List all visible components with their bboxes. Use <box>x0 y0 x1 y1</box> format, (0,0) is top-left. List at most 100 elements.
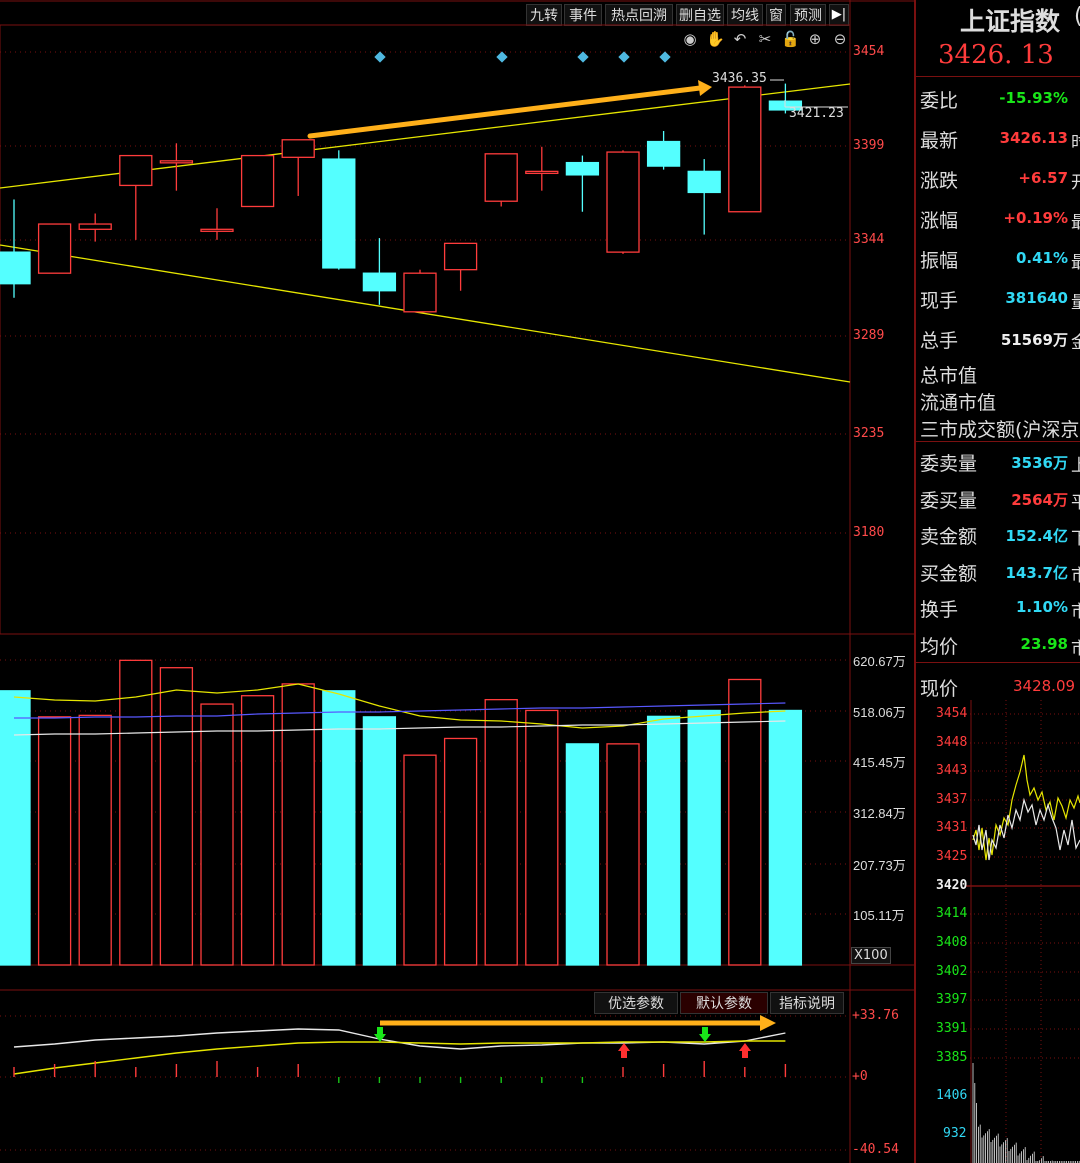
quote-row-value: 2564万 <box>1011 490 1068 509</box>
volume-bar <box>200 703 234 966</box>
float-cap-label: 流通市值 <box>920 392 997 414</box>
intraday-price-label: 3443 <box>936 763 968 778</box>
quote-row-value: 23.98 <box>1020 635 1068 653</box>
quote-row-cut-label: 金 <box>1071 333 1080 353</box>
volume-bar <box>281 683 315 966</box>
trend-arrowhead <box>698 80 712 96</box>
intraday-price-label: 3397 <box>936 992 968 1007</box>
buy-signal-icon <box>739 1043 751 1058</box>
candle-body <box>687 170 721 194</box>
volume-bar <box>525 709 559 966</box>
quote-row-value: 152.4亿 <box>1005 527 1068 546</box>
indicator-tick-label: +0 <box>852 1069 868 1084</box>
quote-row-cut-label: 开 <box>1071 173 1080 193</box>
intraday-price-label: 3408 <box>936 935 968 950</box>
candle-body <box>728 86 762 213</box>
quote-row-label: 均价 <box>920 636 959 658</box>
candle-body <box>200 228 234 232</box>
kline-chart[interactable] <box>0 0 916 1163</box>
quote-row-value: +6.57 <box>1018 169 1068 187</box>
volume-bar <box>484 698 518 966</box>
volume-bar <box>119 659 153 966</box>
volume-bar <box>240 695 275 966</box>
volume-tick-label: 207.73万 <box>853 858 906 873</box>
price-tick-label: 3289 <box>853 328 885 343</box>
quote-row-cut-label: 下 <box>1071 529 1080 550</box>
quote-row-value: +0.19% <box>1003 209 1068 227</box>
volume-bar <box>565 743 600 966</box>
quote-row-label: 涨幅 <box>920 210 959 232</box>
quote-row-cut-label: 平 <box>1071 492 1080 513</box>
intraday-price-label: 3420 <box>936 878 968 893</box>
candle-body <box>646 140 681 167</box>
intraday-price-label: 3431 <box>936 820 968 835</box>
current-price-label: 现价 <box>920 678 959 700</box>
candle-body <box>0 251 31 285</box>
indicator-btn-1[interactable]: 默认参数 <box>680 992 768 1014</box>
candle-body <box>403 272 437 313</box>
event-marker <box>496 51 508 63</box>
quote-row-value: 381640 <box>1005 289 1068 307</box>
quote-row-value: 143.7亿 <box>1005 563 1068 582</box>
event-marker <box>659 51 671 63</box>
current-price-value: 3428.09 <box>1013 677 1076 695</box>
volume-bar <box>768 709 803 966</box>
quote-row: 涨跌 +6.57 开 <box>916 160 1080 196</box>
high-price-label: 3436.35 <box>712 71 767 86</box>
candle-body <box>78 223 112 230</box>
intraday-price-label: 3402 <box>936 964 968 979</box>
volume-bar <box>78 714 112 966</box>
indicator-tick-label: -40.54 <box>852 1142 899 1157</box>
volume-bar <box>403 754 437 966</box>
intraday-price-label: 3437 <box>936 792 968 807</box>
quote-row: 振幅 0.41% 最 <box>916 240 1080 276</box>
quote-row-label: 换手 <box>920 599 959 622</box>
volume-tick-label: 415.45万 <box>853 755 906 770</box>
volume-tick-label: 312.84万 <box>853 806 906 821</box>
candle-body <box>443 242 478 271</box>
intraday-price-label: 3385 <box>936 1050 968 1065</box>
quote-row: 最新 3426.13 时 <box>916 120 1080 156</box>
sell-signal-icon <box>699 1027 711 1042</box>
volume-unit-label: X100 <box>851 947 891 964</box>
candle-body <box>525 170 559 175</box>
volume-tick-label: 518.06万 <box>853 705 906 720</box>
quote-row: 卖金额 152.4亿下 <box>916 516 1080 552</box>
volume-bar <box>606 743 640 966</box>
volume-tick-label: 620.67万 <box>853 654 906 669</box>
quote-row-value: -15.93% <box>999 89 1068 107</box>
quote-row-label: 现手 <box>920 290 959 312</box>
indicator-btn-0[interactable]: 优选参数 <box>594 992 678 1014</box>
quote-row-cut-label: 量 <box>1071 293 1080 313</box>
price-pane-border <box>0 24 851 635</box>
quote-row-label: 总手 <box>920 330 959 352</box>
intraday-price-label: 3391 <box>936 1021 968 1036</box>
lower-trendline <box>0 244 851 383</box>
indicator-line-yellow <box>13 1040 786 1075</box>
quote-row: 委比 -15.93% <box>916 80 1080 116</box>
candle-body <box>484 153 518 202</box>
event-marker <box>374 51 386 63</box>
intraday-price-line <box>972 797 1080 861</box>
quote-row-value: 0.41% <box>1015 249 1068 267</box>
quote-row-cut-label: 最 <box>1071 213 1080 233</box>
quote-row-cut-label: 时 <box>1071 133 1080 153</box>
stock-name: 上证指数 <box>960 7 1061 36</box>
candle-body <box>281 139 315 158</box>
intraday-price-label: 3425 <box>936 849 968 864</box>
intraday-volume-label: 932 <box>943 1126 967 1141</box>
intraday-price-label: 3454 <box>936 706 968 721</box>
trend-arrow <box>307 85 703 139</box>
volume-bar <box>646 715 681 966</box>
quote-row: 涨幅 +0.19% 最 <box>916 200 1080 236</box>
quote-row: 买金额 143.7亿市 <box>916 553 1080 589</box>
indicator-btn-2[interactable]: 指标说明 <box>770 992 844 1014</box>
volume-bar <box>322 690 356 966</box>
volume-tick-label: 105.11万 <box>853 908 905 923</box>
quote-row-value: 3536万 <box>1011 454 1068 472</box>
indicator-trend-arrowhead <box>760 1015 776 1031</box>
quote-row-label: 买金额 <box>920 562 978 585</box>
indicator-tick-label: +33.76 <box>852 1008 899 1023</box>
quote-row-label: 委买量 <box>920 489 978 512</box>
quote-row-label: 最新 <box>920 130 959 152</box>
